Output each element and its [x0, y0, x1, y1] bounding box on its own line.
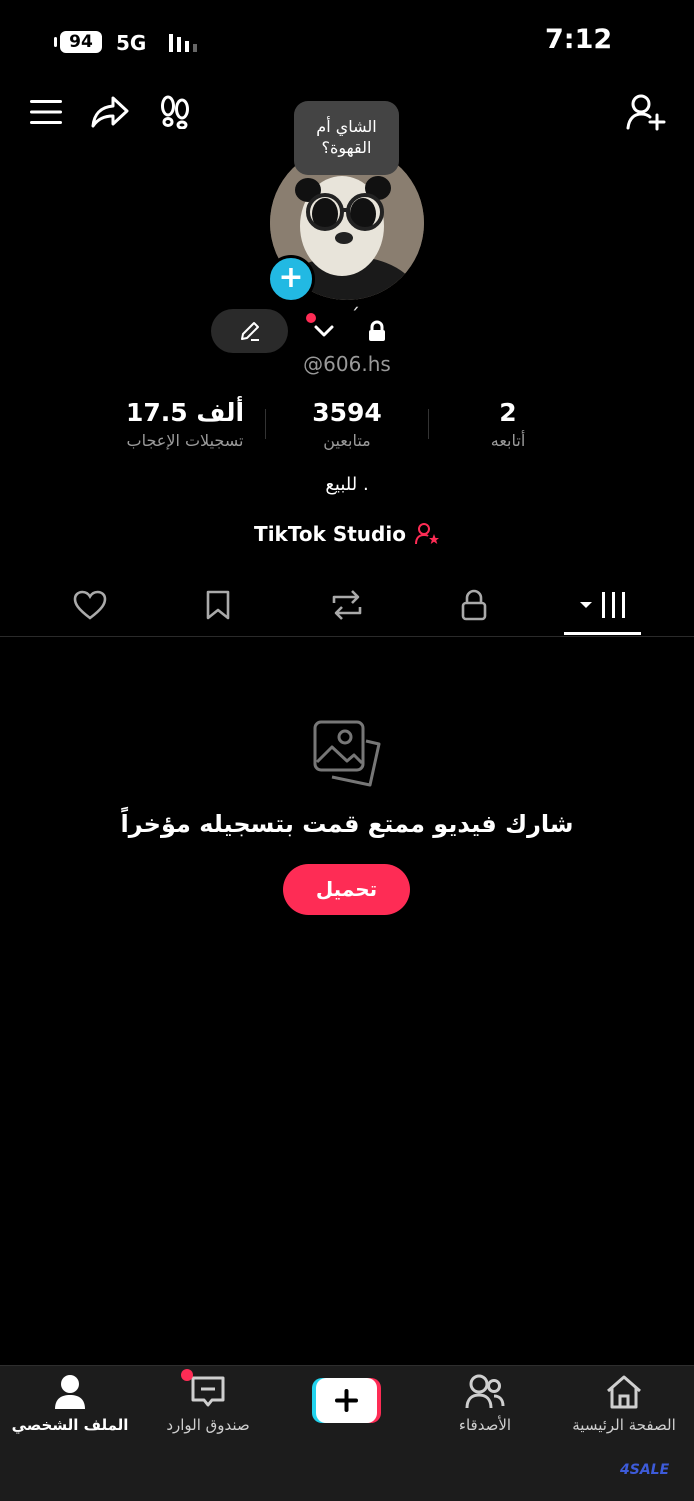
photos-icon — [313, 720, 381, 787]
studio-label: TikTok Studio — [254, 522, 406, 546]
following-stat[interactable]: 2 أتابعه — [428, 398, 588, 450]
likes-count: 17.5 ألف — [125, 398, 245, 427]
username-mark: ´ — [350, 304, 360, 328]
repost-icon — [332, 590, 362, 620]
likes-stat[interactable]: 17.5 ألف تسجيلات الإعجاب — [105, 398, 265, 450]
followers-label: متابعين — [323, 431, 371, 450]
home-icon — [607, 1375, 641, 1409]
edit-profile-button[interactable] — [211, 309, 288, 353]
profile-icon — [55, 1375, 85, 1409]
nav-home-label: الصفحة الرئيسية — [572, 1416, 676, 1434]
tab-favorites[interactable] — [188, 584, 248, 626]
nav-home[interactable]: الصفحة الرئيسية — [554, 1374, 694, 1434]
profile-handle: @606.hs — [303, 352, 391, 376]
creator-star-icon — [414, 523, 439, 545]
inbox-notification-dot — [181, 1369, 193, 1381]
profile-bio: للبيع . — [325, 474, 369, 495]
nav-inbox[interactable]: صندوق الوارد — [138, 1374, 278, 1434]
likes-label: تسجيلات الإعجاب — [126, 431, 244, 450]
menu-icon — [30, 100, 62, 124]
network-type: 5G — [116, 31, 147, 55]
nav-profile[interactable]: الملف الشخصي — [0, 1374, 140, 1434]
lock-icon — [461, 589, 487, 621]
add-story-button[interactable]: + — [267, 255, 315, 303]
footprints-icon — [161, 95, 189, 129]
clock: 7:12 — [545, 24, 613, 55]
tab-videos[interactable] — [572, 584, 636, 626]
stat-divider — [265, 409, 266, 439]
tab-reposts[interactable] — [317, 584, 377, 626]
video-grid-icon — [580, 592, 625, 618]
nav-friends-label: الأصدقاء — [458, 1416, 512, 1434]
nav-friends[interactable]: الأصدقاء — [415, 1374, 555, 1434]
followers-count: 3594 — [312, 398, 382, 427]
pencil-icon — [240, 322, 259, 341]
tabs-divider — [0, 636, 694, 637]
inbox-icon — [191, 1376, 225, 1407]
share-icon — [91, 96, 129, 128]
bookmark-icon — [206, 590, 230, 620]
note-bubble[interactable]: الشاي أم القهوة؟ — [294, 101, 399, 175]
signal-icon — [169, 34, 197, 52]
add-friend-button[interactable] — [624, 90, 668, 134]
share-button[interactable] — [88, 90, 132, 134]
chevron-down-icon[interactable] — [313, 320, 335, 342]
following-label: أتابعه — [490, 431, 526, 450]
tiktok-studio-link[interactable]: TikTok Studio — [0, 522, 694, 546]
upload-button[interactable]: تحميل — [283, 864, 410, 915]
battery-tip — [54, 37, 57, 47]
nav-profile-label: الملف الشخصي — [11, 1416, 129, 1434]
followers-stat[interactable]: 3594 متابعين — [267, 398, 427, 450]
menu-button[interactable] — [24, 90, 68, 134]
active-tab-indicator — [564, 632, 641, 635]
heart-icon — [73, 590, 107, 620]
empty-state-message: شارك فيديو ممتع قمت بتسجيله مؤخراً — [120, 810, 574, 838]
nav-inbox-label: صندوق الوارد — [166, 1416, 250, 1434]
following-count: 2 — [499, 398, 517, 427]
tab-liked[interactable] — [60, 584, 120, 626]
profile-views-button[interactable] — [153, 90, 197, 134]
tab-private[interactable] — [444, 584, 504, 626]
watermark-logo: 4SALE — [620, 1462, 670, 1478]
private-lock-icon — [369, 320, 385, 341]
add-user-icon — [626, 94, 666, 131]
create-button[interactable] — [312, 1378, 381, 1423]
battery-indicator: 94 — [60, 31, 102, 53]
friends-icon — [465, 1374, 505, 1409]
